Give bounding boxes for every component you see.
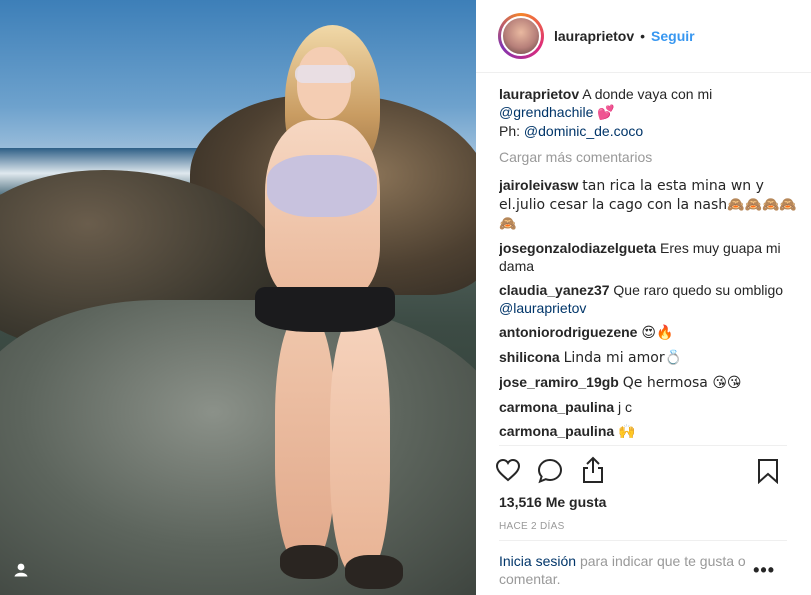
caption-photographer-mention[interactable]: @dominic_de.coco (524, 123, 643, 139)
comment-item: josegonzalodiazelgueta Eres muy guapa mi… (499, 239, 799, 275)
user-tag-icon[interactable] (10, 559, 32, 581)
heart-icon[interactable] (495, 458, 521, 482)
comment-item: claudia_yanez37 Que raro quedo su omblig… (499, 281, 799, 317)
share-icon[interactable] (581, 456, 605, 484)
post-photo[interactable] (0, 0, 476, 595)
caption-ph-label: Ph: (499, 123, 521, 139)
comments-list[interactable]: lauraprietov A donde vaya con mi @grendh… (499, 85, 799, 443)
likes-count[interactable]: 13,516 Me gusta (499, 494, 606, 510)
comment-text: Linda mi amor💍 (563, 350, 683, 366)
header-separator: • (640, 28, 646, 44)
load-more-comments-button[interactable]: Cargar más comentarios (499, 148, 799, 166)
comment-item: shilicona Linda mi amor💍 (499, 348, 799, 367)
login-link[interactable]: Inicia sesión (499, 553, 576, 569)
comment-username[interactable]: carmona_paulina (499, 399, 614, 415)
post-timestamp[interactable]: HACE 2 DÍAS (499, 521, 565, 532)
post-side-panel: lauraprietov • Seguir lauraprietov A don… (476, 0, 811, 595)
comment-icon[interactable] (537, 458, 563, 484)
post-header: lauraprietov • Seguir (476, 0, 811, 73)
comment-username[interactable]: josegonzalodiazelgueta (499, 240, 656, 256)
comment-text: 😍🔥 (641, 325, 674, 341)
follow-button[interactable]: Seguir (651, 28, 695, 44)
comment-mention[interactable]: @lauraprietov (499, 300, 586, 316)
login-prompt: Inicia sesión para indicar que te gusta … (499, 552, 764, 588)
caption-username[interactable]: lauraprietov (499, 86, 579, 102)
comment-item: antoniorodriguezene 😍🔥 (499, 323, 799, 342)
caption-mention[interactable]: @grendhachile (499, 104, 593, 120)
avatar[interactable] (498, 13, 544, 59)
more-options-icon[interactable]: ••• (753, 560, 775, 581)
comment-username[interactable]: carmona_paulina (499, 423, 614, 439)
bookmark-icon[interactable] (757, 458, 779, 484)
comment-text: 🙌 (618, 424, 636, 440)
comment-text: Qe hermosa 😘😘 (622, 375, 742, 391)
comment-text: j c (618, 399, 633, 415)
caption-text: A donde vaya con mi (582, 86, 713, 102)
comment-username[interactable]: shilicona (499, 349, 560, 365)
divider (499, 540, 787, 541)
divider (499, 445, 787, 446)
heart-emoji: 💕 (597, 105, 615, 121)
comment-username[interactable]: jairoleivasw (499, 177, 578, 193)
comment-username[interactable]: claudia_yanez37 (499, 282, 610, 298)
comment-item: carmona_paulina j c (499, 398, 799, 416)
comment-username[interactable]: jose_ramiro_19gb (499, 374, 619, 390)
comment-username[interactable]: antoniorodriguezene (499, 324, 637, 340)
header-username[interactable]: lauraprietov (554, 28, 634, 44)
comment-item: jairoleivasw tan rica la esta mina wn y … (499, 176, 799, 233)
comment-item: jose_ramiro_19gb Qe hermosa 😘😘 (499, 373, 799, 392)
caption: lauraprietov A donde vaya con mi @grendh… (499, 85, 799, 140)
comment-text: Que raro quedo su ombligo (613, 282, 784, 298)
person-figure (235, 25, 415, 589)
comment-item: carmona_paulina 🙌 (499, 422, 799, 441)
